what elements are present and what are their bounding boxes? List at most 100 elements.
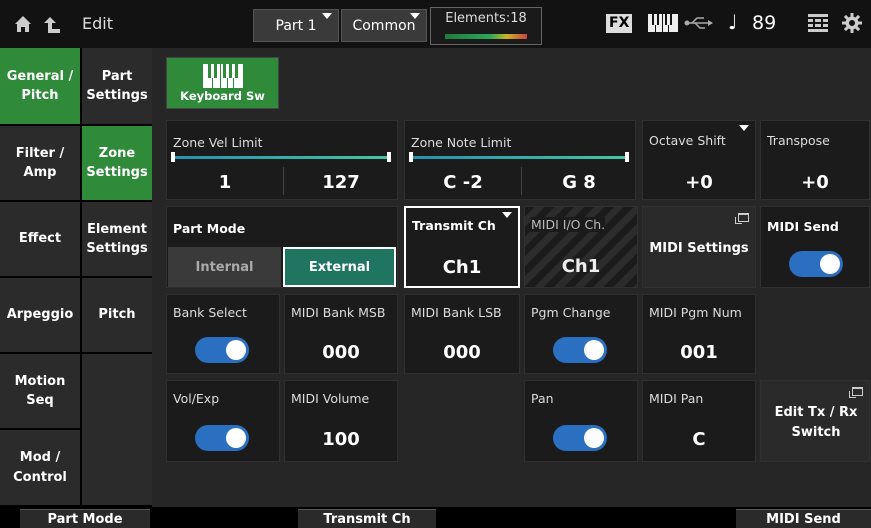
zone-note-low-value[interactable]: C -2 xyxy=(405,172,521,193)
elements-level-meter xyxy=(445,34,527,39)
midi-send-toggle[interactable] xyxy=(789,251,843,277)
midi-pan-panel[interactable]: MIDI Pan C xyxy=(642,380,756,462)
subtab-zone-settings[interactable]: Zone Settings xyxy=(82,126,152,202)
subtab-empty xyxy=(82,354,152,507)
tab-arpeggio[interactable]: Arpeggio xyxy=(0,278,80,354)
zone-vel-low-value[interactable]: 1 xyxy=(167,172,283,193)
midi-pgm-num-title: MIDI Pgm Num xyxy=(649,305,742,320)
tab-effect[interactable]: Effect xyxy=(0,202,80,278)
transpose-value[interactable]: +0 xyxy=(761,172,869,193)
elements-indicator[interactable]: Elements:18 xyxy=(430,7,542,45)
tempo-note-icon: ♩ xyxy=(728,10,738,34)
zone-vel-limit-slider[interactable] xyxy=(173,156,391,159)
octave-shift-panel[interactable]: Octave Shift +0 xyxy=(642,120,756,200)
part-selector-label: Part 1 xyxy=(275,17,317,34)
home-icon[interactable] xyxy=(14,15,32,33)
midi-bank-msb-title: MIDI Bank MSB xyxy=(291,305,386,320)
popup-window-icon xyxy=(849,387,863,398)
midi-settings-label: MIDI Settings xyxy=(649,241,749,256)
zone-vel-limit-title: Zone Vel Limit xyxy=(173,135,263,150)
midi-settings-button[interactable]: MIDI Settings xyxy=(642,206,756,288)
subtab-pitch[interactable]: Pitch xyxy=(82,278,152,354)
dropdown-arrow-icon xyxy=(502,212,512,218)
toggle-knob xyxy=(820,254,840,274)
midi-pgm-num-value[interactable]: 001 xyxy=(643,342,755,363)
zone-vel-high-value[interactable]: 127 xyxy=(283,172,399,193)
midi-send-title: MIDI Send xyxy=(767,219,839,234)
midi-volume-panel[interactable]: MIDI Volume 100 xyxy=(284,380,398,462)
pan-toggle[interactable] xyxy=(553,425,607,451)
zone-vel-limit-panel[interactable]: Zone Vel Limit 1 127 xyxy=(166,120,398,200)
midi-volume-value[interactable]: 100 xyxy=(285,429,397,450)
edit-tx-rx-switch-label: Edit Tx / Rx Switch xyxy=(774,405,858,441)
common-button[interactable]: Common xyxy=(341,9,427,42)
dropdown-arrow-icon xyxy=(739,125,749,131)
bottom-midi-send-button[interactable]: MIDI Send xyxy=(736,509,871,528)
zone-note-high-handle[interactable] xyxy=(625,152,629,162)
vol-exp-panel: Vol/Exp xyxy=(166,380,280,462)
midi-bank-lsb-title: MIDI Bank LSB xyxy=(411,305,502,320)
octave-shift-value[interactable]: +0 xyxy=(643,172,755,193)
dropdown-arrow-icon xyxy=(322,13,332,19)
tab-motion-seq[interactable]: Motion Seq xyxy=(0,354,80,430)
transmit-ch-value[interactable]: Ch1 xyxy=(406,257,518,278)
tempo-value[interactable]: 89 xyxy=(752,12,776,34)
subtab-element-settings[interactable]: Element Settings xyxy=(82,202,152,278)
usb-icon xyxy=(684,17,713,29)
tab-mod-control[interactable]: Mod / Control xyxy=(0,430,80,507)
toggle-knob xyxy=(584,340,604,360)
transpose-panel[interactable]: Transpose +0 xyxy=(760,120,870,200)
midi-volume-title: MIDI Volume xyxy=(291,391,370,406)
elements-label: Elements:18 xyxy=(445,11,527,26)
fx-icon[interactable]: FX xyxy=(606,14,633,33)
subtab-part-settings[interactable]: Part Settings xyxy=(82,48,152,126)
zone-vel-high-handle[interactable] xyxy=(387,152,391,162)
part-mode-internal-button[interactable]: Internal xyxy=(168,247,281,287)
bottom-part-mode-button[interactable]: Part Mode xyxy=(20,509,150,528)
midi-bank-msb-value[interactable]: 000 xyxy=(285,342,397,363)
midi-pgm-num-panel[interactable]: MIDI Pgm Num 001 xyxy=(642,294,756,374)
part-selector-button[interactable]: Part 1 xyxy=(253,9,339,42)
edit-tx-rx-switch-button[interactable]: Edit Tx / Rx Switch xyxy=(760,380,870,462)
zone-note-limit-slider[interactable] xyxy=(411,156,629,159)
bank-select-title: Bank Select xyxy=(173,305,247,320)
bottom-transmit-ch-button[interactable]: Transmit Ch xyxy=(298,509,436,528)
tab-general-pitch[interactable]: General / Pitch xyxy=(0,48,80,126)
midi-io-ch-value: Ch1 xyxy=(561,256,601,277)
toggle-knob xyxy=(226,340,246,360)
zone-note-high-value[interactable]: G 8 xyxy=(521,172,637,193)
dropdown-arrow-icon xyxy=(410,13,420,19)
zone-note-low-handle[interactable] xyxy=(409,152,413,162)
keyboard-icon[interactable] xyxy=(648,14,678,32)
midi-send-panel: MIDI Send xyxy=(760,206,870,288)
common-label: Common xyxy=(352,17,416,34)
tab-filter-amp[interactable]: Filter / Amp xyxy=(0,126,80,202)
part-mode-external-button[interactable]: External xyxy=(283,247,396,287)
midi-bank-msb-panel[interactable]: MIDI Bank MSB 000 xyxy=(284,294,398,374)
bank-select-toggle[interactable] xyxy=(195,337,249,363)
popup-window-icon xyxy=(735,213,749,224)
pan-panel: Pan xyxy=(524,380,638,462)
quick-access-grid-icon[interactable] xyxy=(808,14,828,32)
pan-title: Pan xyxy=(531,391,554,406)
midi-bank-lsb-value[interactable]: 000 xyxy=(405,342,519,363)
transmit-ch-title: Transmit Ch xyxy=(412,218,496,233)
midi-io-ch-title: MIDI I/O Ch. xyxy=(531,217,606,232)
back-up-icon[interactable] xyxy=(42,14,60,34)
toggle-knob xyxy=(584,428,604,448)
keyboard-sw-button[interactable]: Keyboard Sw xyxy=(166,57,279,109)
settings-gear-icon[interactable] xyxy=(842,13,862,33)
midi-bank-lsb-panel[interactable]: MIDI Bank LSB 000 xyxy=(404,294,520,374)
pgm-change-toggle[interactable] xyxy=(553,337,607,363)
zone-vel-low-handle[interactable] xyxy=(171,152,175,162)
transmit-ch-panel[interactable]: Transmit Ch Ch1 xyxy=(404,206,520,288)
midi-pan-value[interactable]: C xyxy=(643,429,755,450)
midi-pan-title: MIDI Pan xyxy=(649,391,704,406)
page-title: Edit xyxy=(82,14,113,33)
zone-note-limit-title: Zone Note Limit xyxy=(411,135,512,150)
transpose-title: Transpose xyxy=(767,133,830,148)
vol-exp-toggle[interactable] xyxy=(195,425,249,451)
zone-note-limit-panel[interactable]: Zone Note Limit C -2 G 8 xyxy=(404,120,636,200)
pgm-change-panel: Pgm Change xyxy=(524,294,638,374)
pgm-change-title: Pgm Change xyxy=(531,305,611,320)
